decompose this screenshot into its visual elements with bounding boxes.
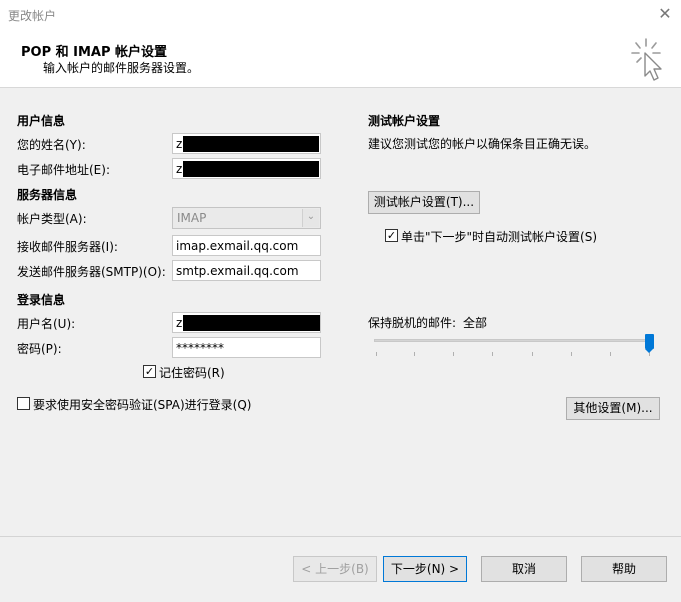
user-info-heading: 用户信息: [17, 114, 66, 128]
auto-test-label: 单击"下一步"时自动测试帐户设置(S): [401, 230, 598, 244]
account-type-select[interactable]: IMAP ⌄: [172, 207, 321, 229]
slider-tick: [532, 352, 533, 356]
name-field[interactable]: z: [172, 133, 321, 154]
cursor-click-icon: [631, 38, 662, 81]
outgoing-server-label: 发送邮件服务器(SMTP)(O):: [17, 265, 166, 279]
name-label: 您的姓名(Y):: [17, 138, 86, 152]
offline-mail-label: 保持脱机的邮件:: [368, 316, 457, 330]
password-label: 密码(P):: [17, 342, 62, 356]
back-button[interactable]: < 上一步(B): [293, 556, 377, 582]
server-info-heading: 服务器信息: [17, 188, 78, 202]
username-label: 用户名(U):: [17, 317, 76, 331]
offline-slider-track[interactable]: [374, 339, 654, 342]
next-button[interactable]: 下一步(N) >: [383, 556, 467, 582]
cancel-button[interactable]: 取消: [481, 556, 567, 582]
offline-slider-thumb[interactable]: [645, 334, 654, 353]
username-value: z: [176, 316, 183, 330]
spa-checkbox[interactable]: [17, 397, 30, 410]
password-field[interactable]: ********: [172, 337, 321, 358]
test-settings-heading: 测试帐户设置: [368, 114, 441, 128]
login-info-heading: 登录信息: [17, 293, 66, 307]
window-title: 更改帐户: [8, 9, 57, 23]
slider-tick: [571, 352, 572, 356]
slider-tick: [492, 352, 493, 356]
name-value: z: [176, 137, 183, 151]
redaction-bar: [183, 315, 320, 331]
account-type-value: IMAP: [177, 211, 207, 225]
slider-tick: [453, 352, 454, 356]
close-icon[interactable]: ✕: [656, 5, 674, 23]
title-bar: [0, 0, 681, 30]
help-button[interactable]: 帮助: [581, 556, 667, 582]
slider-tick: [610, 352, 611, 356]
outgoing-server-field[interactable]: smtp.exmail.qq.com: [172, 260, 321, 281]
incoming-server-label: 接收邮件服务器(I):: [17, 240, 118, 254]
redaction-bar: [183, 161, 319, 177]
email-value: z: [176, 162, 183, 176]
offline-mail-value: 全部: [463, 316, 488, 330]
auto-test-checkbox[interactable]: ✓: [385, 229, 398, 242]
email-field[interactable]: z: [172, 158, 321, 179]
more-settings-button[interactable]: 其他设置(M)...: [566, 397, 660, 420]
redaction-bar: [183, 136, 319, 152]
page-subtitle: 输入帐户的邮件服务器设置。: [43, 61, 200, 75]
test-account-button[interactable]: 测试帐户设置(T)...: [368, 191, 480, 214]
email-label: 电子邮件地址(E):: [17, 163, 110, 177]
page-title: POP 和 IMAP 帐户设置: [21, 45, 168, 60]
remember-password-label: 记住密码(R): [159, 366, 225, 380]
test-settings-description: 建议您测试您的帐户以确保条目正确无误。: [368, 137, 597, 151]
remember-password-checkbox[interactable]: ✓: [143, 365, 156, 378]
slider-tick: [414, 352, 415, 356]
footer-divider: [0, 536, 681, 537]
username-field[interactable]: z: [172, 312, 321, 333]
spa-label: 要求使用安全密码验证(SPA)进行登录(Q): [33, 398, 252, 412]
account-type-label: 帐户类型(A):: [17, 212, 87, 226]
chevron-down-icon: ⌄: [302, 209, 319, 227]
slider-tick: [376, 352, 377, 356]
incoming-server-field[interactable]: imap.exmail.qq.com: [172, 235, 321, 256]
